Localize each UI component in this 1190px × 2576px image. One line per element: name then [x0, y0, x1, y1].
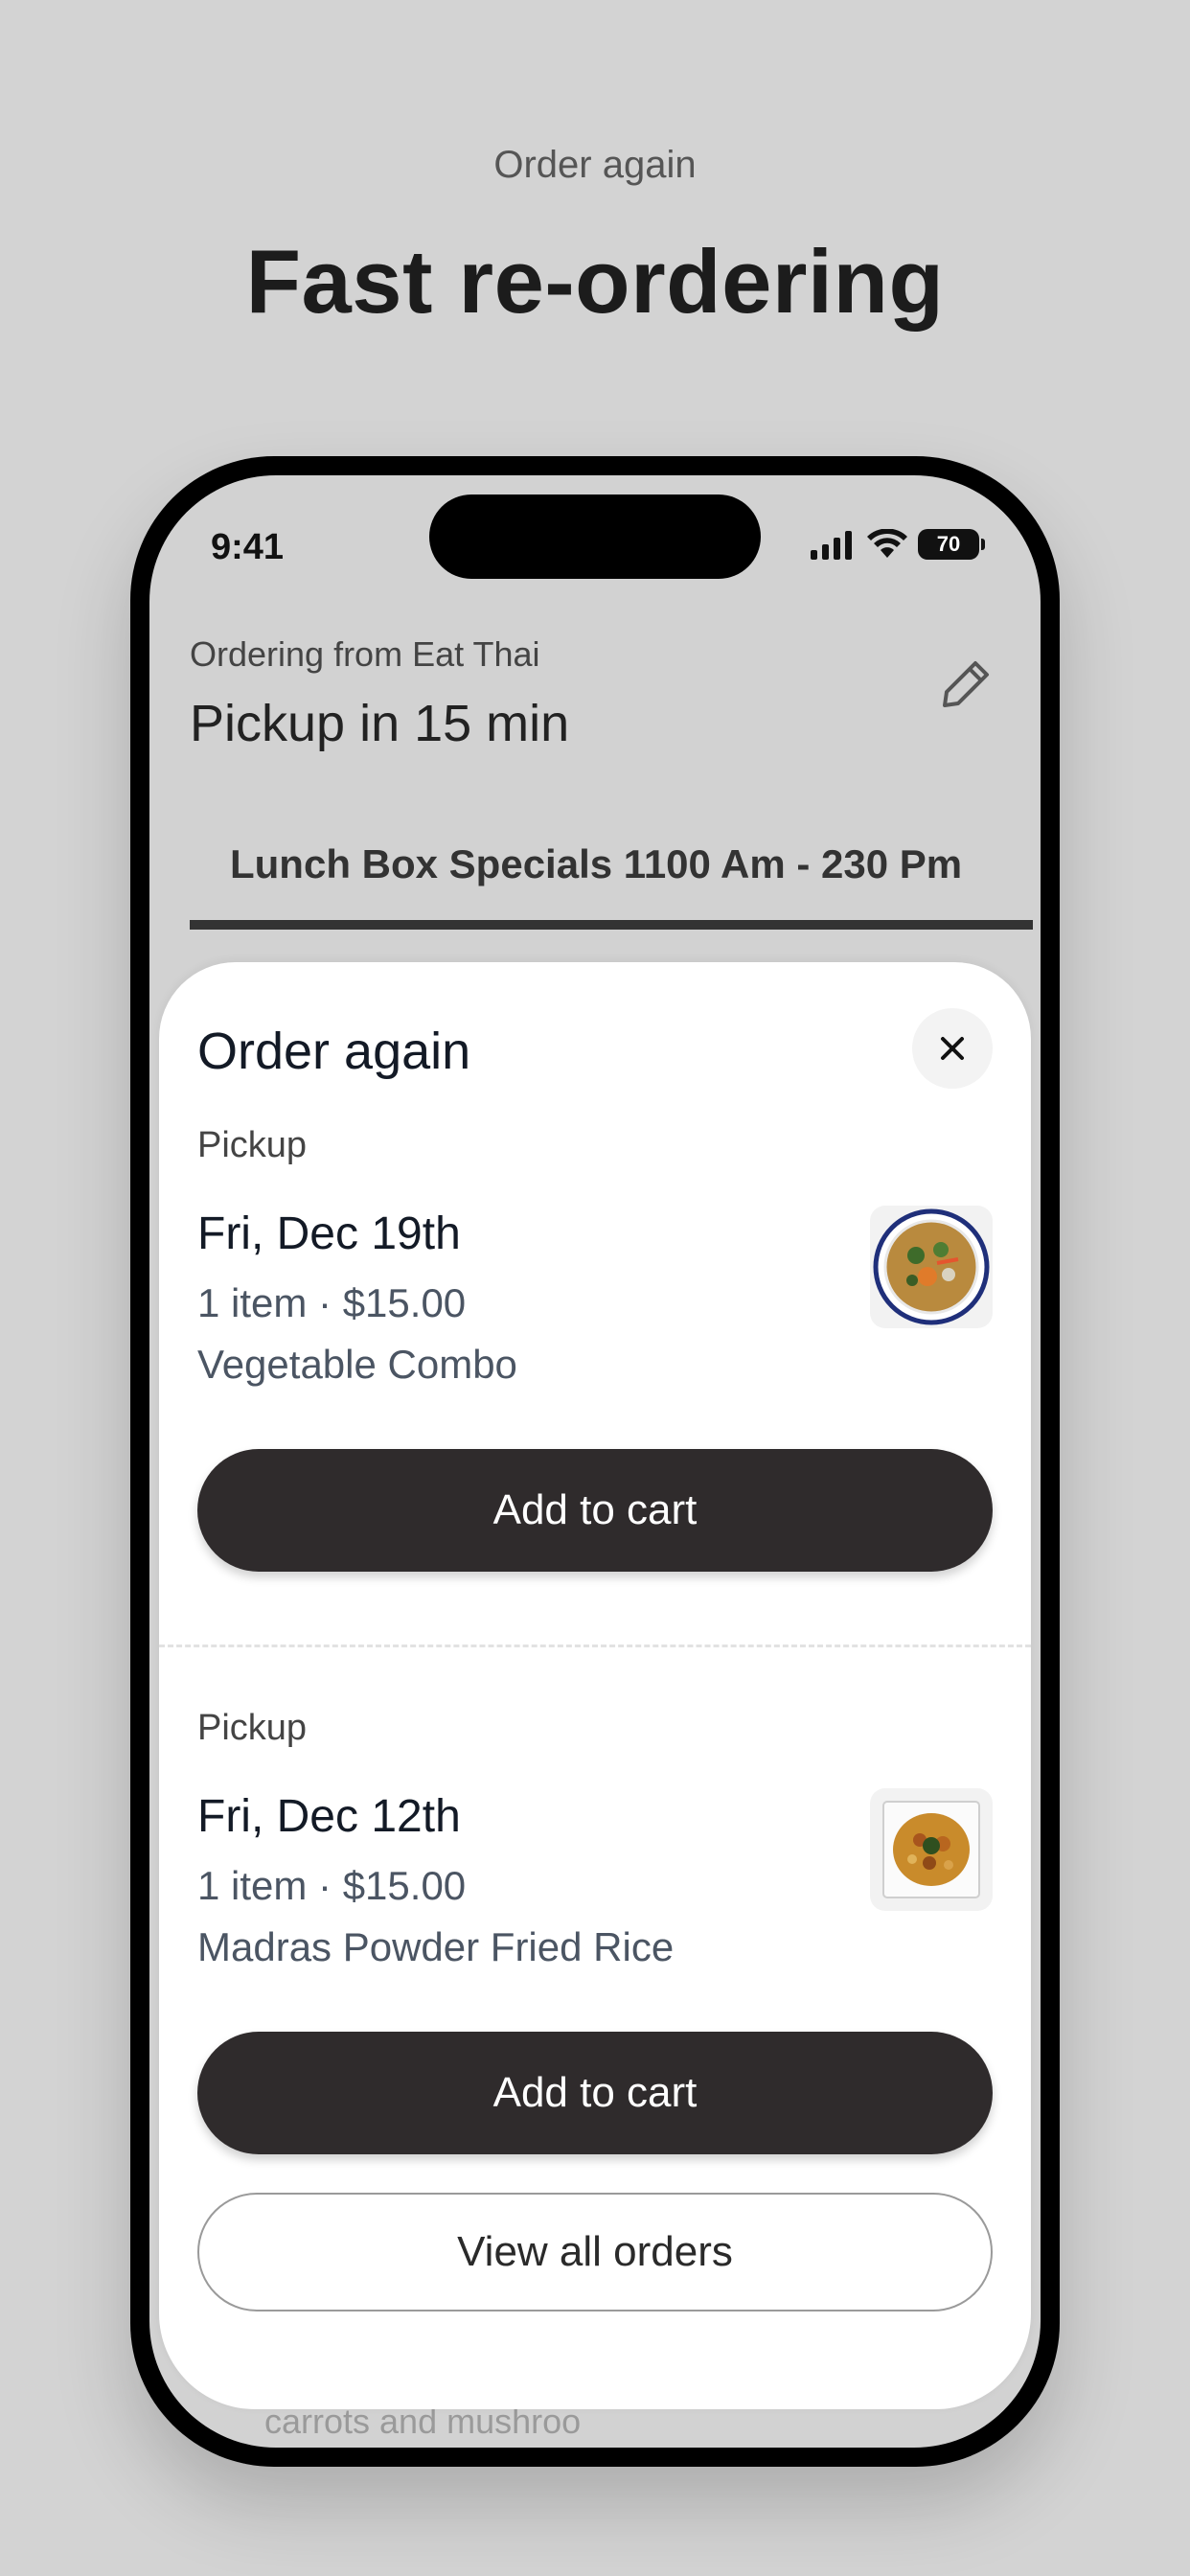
wifi-icon [867, 529, 907, 558]
order-type: Pickup [197, 1708, 308, 1748]
order-again-sheet: Order again Pickup Fri, Dec 19th 1 item … [159, 962, 1031, 2409]
pencil-icon[interactable] [935, 654, 996, 715]
tab-active-indicator [190, 920, 1033, 930]
vegetable-curry-bowl-image [870, 1206, 993, 1328]
order-date: Fri, Dec 19th [197, 1208, 461, 1259]
order-meta: 1 item · $15.00 [197, 1863, 467, 1908]
order-divider [159, 1644, 1031, 1647]
sheet-title: Order again [197, 1023, 471, 1080]
view-all-orders-button[interactable]: View all orders [197, 2193, 993, 2312]
tab-label: Lunch Box Specials 1100 Am - 230 Pm [230, 841, 963, 886]
order-meta: 1 item · $15.00 [197, 1280, 467, 1325]
order-date: Fri, Dec 12th [197, 1791, 461, 1842]
tab-lunch-box-specials[interactable]: Lunch Box Specials 1100 Am - 230 Pm [190, 822, 1033, 930]
order-type: Pickup [197, 1125, 308, 1165]
status-bar: 9:41 70 [149, 475, 1041, 610]
phone-screen: 9:41 70 Ordering from Eat Thai Pickup in… [149, 475, 1041, 2448]
fried-rice-plate-image [870, 1788, 993, 1911]
ordering-from-label: Ordering from Eat Thai [190, 634, 540, 674]
phone-frame: 9:41 70 Ordering from Eat Thai Pickup in… [130, 456, 1060, 2467]
pickup-eta: Pickup in 15 min [190, 695, 570, 752]
add-to-cart-button[interactable]: Add to cart [197, 2032, 993, 2154]
status-icons: 70 [809, 529, 985, 560]
battery-icon: 70 [918, 529, 985, 560]
marketing-title: Fast re-ordering [245, 231, 945, 332]
dynamic-island [429, 494, 761, 579]
status-time: 9:41 [211, 527, 285, 567]
cellular-signal-icon [811, 531, 852, 560]
add-to-cart-button[interactable]: Add to cart [197, 1449, 993, 1572]
marketing-eyebrow: Order again [493, 144, 697, 186]
close-button[interactable] [912, 1008, 993, 1089]
order-item-name: Madras Powder Fried Rice [197, 1924, 675, 1969]
close-icon [941, 1037, 964, 1060]
order-item-name: Vegetable Combo [197, 1342, 517, 1387]
